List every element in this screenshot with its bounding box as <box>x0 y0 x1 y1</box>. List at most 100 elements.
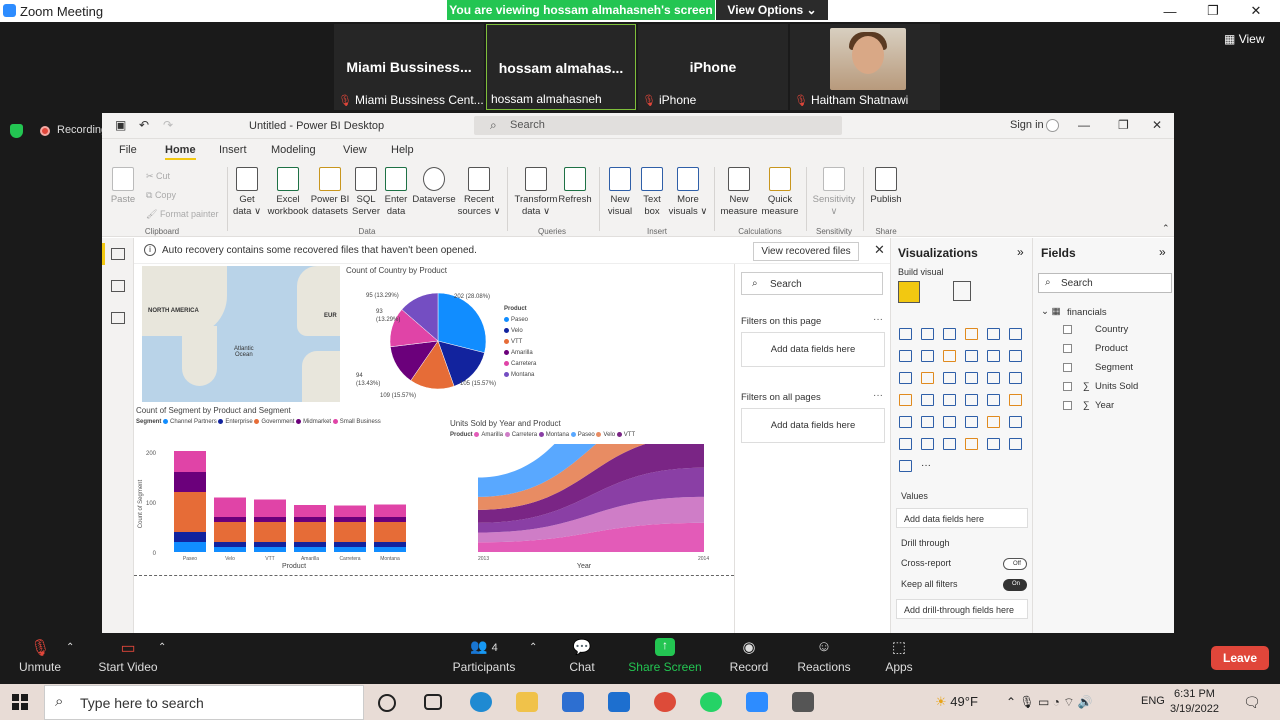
visual-type-icon[interactable] <box>921 350 934 362</box>
visual-type-icon[interactable] <box>899 416 912 428</box>
start-video-button[interactable]: ▭ Start Video <box>96 638 160 674</box>
field-checkbox[interactable] <box>1063 401 1072 410</box>
participants-button[interactable]: 👥 4 Participants <box>450 638 518 674</box>
taskbar-search[interactable]: ⌕ Type here to search <box>44 685 364 720</box>
tab-help[interactable]: Help <box>391 144 414 156</box>
values-drop[interactable]: Add data fields here <box>896 508 1028 528</box>
tray-icons[interactable]: ⌃ 🎙 ▭ ◔ ⌔ 🔊 <box>1006 695 1093 710</box>
visual-type-icon[interactable] <box>943 416 956 428</box>
bar-segment[interactable] <box>214 522 246 542</box>
visual-type-icon[interactable] <box>987 416 1000 428</box>
legend-item[interactable]: Government <box>254 418 296 425</box>
collapse-ribbon-icon[interactable]: ⌃ <box>1162 223 1170 234</box>
legend-item[interactable]: Paseo <box>570 431 597 438</box>
field-segment[interactable]: Segment <box>1095 362 1133 373</box>
visual-type-icon[interactable] <box>1009 372 1022 384</box>
recent-sources-button[interactable]: Recent sources ∨ <box>457 167 501 218</box>
minimize-icon[interactable]: — <box>1078 118 1090 132</box>
map-visual[interactable]: NORTH AMERICA Atlantic Ocean EUR <box>142 266 340 402</box>
legend-item[interactable]: Paseo <box>504 315 536 326</box>
visual-type-icon[interactable] <box>1009 438 1022 450</box>
bar-segment[interactable] <box>334 517 366 522</box>
cross-report-toggle[interactable]: Off <box>1003 558 1027 570</box>
field-checkbox[interactable] <box>1063 325 1072 334</box>
visual-type-icon[interactable] <box>899 438 912 450</box>
visual-type-icon[interactable] <box>943 372 956 384</box>
all-pages-filter-drop[interactable]: Add data fields here <box>741 408 885 443</box>
visual-type-icon[interactable] <box>921 394 934 406</box>
restore-icon[interactable]: ❐ <box>1118 118 1129 132</box>
bar-segment[interactable] <box>374 522 406 542</box>
field-checkbox[interactable] <box>1063 363 1072 372</box>
view-button[interactable]: ▦ View <box>1224 32 1264 46</box>
bar-segment[interactable] <box>214 517 246 522</box>
visual-type-icon[interactable] <box>965 350 978 362</box>
cut-button[interactable]: ✂ Cut <box>146 171 170 182</box>
bar-segment[interactable] <box>294 517 326 522</box>
bar-segment[interactable] <box>214 542 246 547</box>
visual-type-icon[interactable] <box>899 372 912 384</box>
publish-button[interactable]: Publish <box>868 167 904 206</box>
legend-item[interactable]: Carretera <box>504 431 539 438</box>
data-view-icon[interactable] <box>111 280 125 292</box>
quick-measure-button[interactable]: Quick measure <box>760 167 800 218</box>
bar-segment[interactable] <box>254 522 286 542</box>
visual-type-icon[interactable] <box>899 350 912 362</box>
store-icon[interactable] <box>562 692 584 712</box>
sign-in-link[interactable]: Sign in <box>1010 119 1044 131</box>
whatsapp-icon[interactable] <box>700 692 722 712</box>
legend-item[interactable]: Amarilla <box>474 431 504 438</box>
chat-button[interactable]: 💬 Chat <box>562 638 602 674</box>
visual-type-icon[interactable] <box>1009 394 1022 406</box>
format-visual-icon[interactable] <box>953 281 971 301</box>
table-financials[interactable]: financials <box>1067 307 1107 318</box>
reactions-button[interactable]: ☺ Reactions <box>796 638 852 674</box>
leave-button[interactable]: Leave <box>1211 646 1269 670</box>
restore-icon[interactable]: ❐ <box>1193 0 1233 22</box>
tab-home[interactable]: Home <box>165 144 196 160</box>
file-explorer-icon[interactable] <box>516 692 538 712</box>
bar-segment[interactable] <box>214 497 246 518</box>
fields-search[interactable]: ⌕ Search <box>1038 273 1172 293</box>
bar-segment[interactable] <box>254 547 286 552</box>
zoom-taskbar-icon[interactable] <box>746 692 768 712</box>
view-recovered-button[interactable]: View recovered files <box>753 242 859 261</box>
undo-icon[interactable]: ↶ <box>139 118 149 132</box>
notifications-icon[interactable]: 🗨 <box>1243 694 1261 711</box>
visual-type-icon[interactable] <box>943 438 956 450</box>
participant-tile[interactable]: iPhone 🎙 iPhone <box>638 24 788 110</box>
visual-type-icon[interactable] <box>965 438 978 450</box>
save-icon[interactable]: ▣ <box>115 118 126 132</box>
excel-button[interactable]: Excel workbook <box>266 167 310 218</box>
visual-type-icon[interactable] <box>943 394 956 406</box>
bar-segment[interactable] <box>374 542 406 547</box>
more-visuals-button[interactable]: More visuals ∨ <box>668 167 708 218</box>
bar-segment[interactable] <box>374 517 406 522</box>
bar-segment[interactable] <box>174 472 206 492</box>
bar-segment[interactable] <box>174 451 206 472</box>
legend-item[interactable]: Small Business <box>332 418 381 425</box>
tab-view[interactable]: View <box>343 144 367 156</box>
legend-item[interactable]: VTT <box>616 431 635 438</box>
bar-segment[interactable] <box>334 547 366 552</box>
visual-type-icon[interactable] <box>965 328 978 340</box>
minimize-icon[interactable]: — <box>1150 0 1190 22</box>
page-filter-drop[interactable]: Add data fields here <box>741 332 885 367</box>
legend-item[interactable]: Amarilla <box>504 348 536 359</box>
unmute-button[interactable]: 🎙 Unmute <box>18 638 62 674</box>
visual-type-icon[interactable] <box>899 460 912 472</box>
bar-segment[interactable] <box>254 499 286 518</box>
report-canvas[interactable]: NORTH AMERICA Atlantic Ocean EUR Count o… <box>134 264 734 633</box>
tab-file[interactable]: File <box>119 144 137 156</box>
bar-segment[interactable] <box>174 532 206 542</box>
audio-options-icon[interactable]: ⌃ <box>66 642 74 653</box>
visual-type-icon[interactable] <box>1009 350 1022 362</box>
more-options-icon[interactable]: ··· <box>873 390 883 401</box>
expand-icon[interactable]: » <box>1017 245 1024 259</box>
stacked-bar-chart[interactable]: 200 100 0 Count of Segment Paseo Velo VTT Amari… <box>134 444 434 574</box>
new-measure-button[interactable]: New measure <box>719 167 759 218</box>
bar-segment[interactable] <box>214 547 246 552</box>
bar-segment[interactable] <box>294 505 326 517</box>
mail-icon[interactable] <box>608 692 630 712</box>
bar-segment[interactable] <box>174 492 206 532</box>
